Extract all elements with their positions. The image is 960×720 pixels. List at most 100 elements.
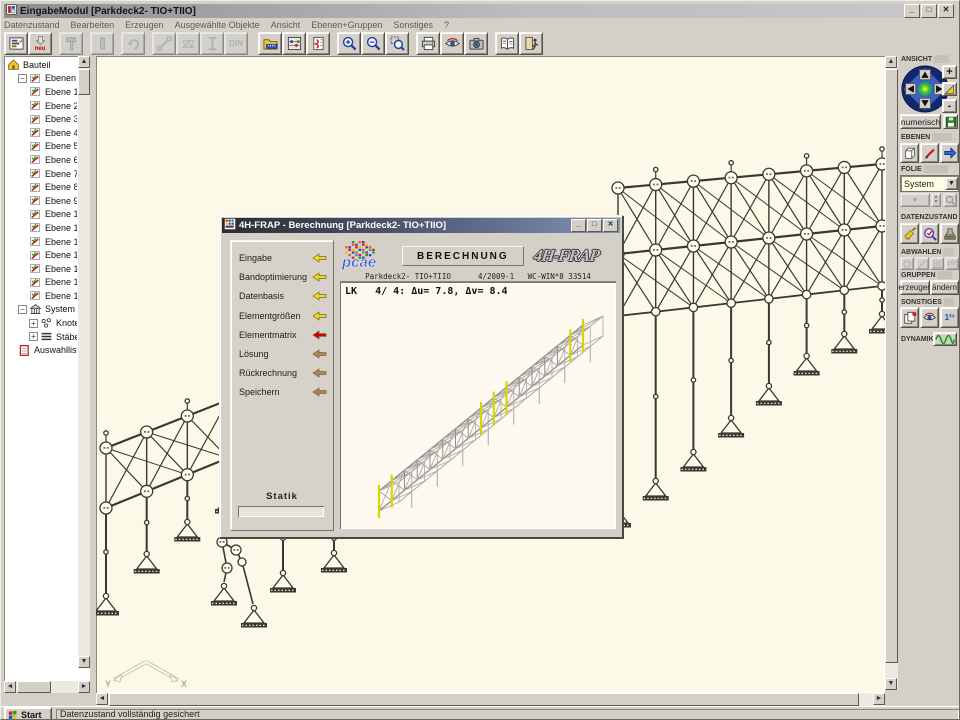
tree-item-ebene-9[interactable]: Ebene 9 [5, 194, 77, 208]
tree-item-knoten[interactable]: +Knoten [5, 316, 77, 330]
menu-sonstiges[interactable]: Sonstiges [394, 20, 434, 30]
toolbar-zoom-in-button[interactable] [337, 32, 361, 55]
ebenen-red-pencil-button[interactable] [920, 143, 939, 163]
toolbar-view-button[interactable] [440, 32, 464, 55]
dropdown-arrow-icon[interactable]: ▼ [945, 177, 958, 190]
tree-item-ebene-2[interactable]: Ebene 2 [5, 99, 77, 113]
numerisch-button[interactable]: numerisch [900, 114, 941, 129]
tree-item-ebene-12[interactable]: Ebene 12 [5, 235, 77, 249]
tree-item-ebene-5[interactable]: Ebene 5 [5, 140, 77, 154]
dialog-minimize-button[interactable]: _ [571, 219, 586, 232]
expand-icon[interactable]: + [29, 332, 38, 341]
menu-ansicht[interactable]: Ansicht [271, 20, 301, 30]
expand-icon[interactable]: + [29, 319, 38, 328]
tree-item-ebene-16[interactable]: Ebene 16 [5, 289, 77, 303]
gruppen-erzeugen-button[interactable]: erzeugen [900, 280, 930, 295]
tree-item-ebene-7[interactable]: Ebene 7 [5, 167, 77, 181]
tree-item-ebene-13[interactable]: Ebene 13 [5, 248, 77, 262]
tree-item-ebene-11[interactable]: Ebene 11 [5, 221, 77, 235]
dialog-title-bar[interactable]: 4H-FRAP - Berechnung [Parkdeck2- TIO+TII… [222, 218, 620, 233]
minimize-button[interactable]: _ [904, 4, 920, 18]
scroll-right-icon[interactable]: ► [873, 693, 885, 705]
tree-item-ebene-6[interactable]: Ebene 6 [5, 153, 77, 167]
canvas-horizontal-scrollbar[interactable]: ◄ ► [96, 693, 885, 706]
collapse-icon[interactable]: − [18, 74, 27, 83]
tree-item-ebene-10[interactable]: Ebene 10 [5, 208, 77, 222]
scroll-up-icon[interactable]: ▲ [78, 56, 90, 68]
scroll-left-icon[interactable]: ◄ [4, 681, 16, 693]
toolbar-measure-button[interactable] [282, 32, 306, 55]
dialog-step-elementmatrix[interactable]: Elementmatrix [239, 328, 327, 342]
menu-ausgew-hlte-objekte[interactable]: Ausgewählte Objekte [175, 20, 260, 30]
dialog-step-bandoptimierung[interactable]: Bandoptimierung [239, 270, 327, 284]
maximize-button[interactable]: □ [921, 4, 937, 18]
toolbar-materials-button[interactable] [306, 32, 330, 55]
tree-item-ebene-15[interactable]: Ebene 15 [5, 276, 77, 290]
scroll-down-icon[interactable]: ▼ [885, 678, 897, 690]
berechnung-dialog[interactable]: 4H-FRAP - Berechnung [Parkdeck2- TIO+TII… [219, 215, 623, 538]
datenzustand-clean-save-button[interactable] [900, 223, 919, 244]
zoom-extent-button[interactable] [942, 82, 957, 96]
dialog-close-button[interactable]: ✕ [603, 219, 618, 232]
save-view-button[interactable] [943, 114, 958, 129]
dialog-step-elementgr-en[interactable]: Elementgrößen [239, 309, 327, 323]
toolbar-zoom-out-button[interactable] [361, 32, 385, 55]
toolbar-snapshot-button[interactable] [464, 32, 488, 55]
toolbar-handbook-button[interactable] [495, 32, 519, 55]
sonstiges-copy-pages-button[interactable] [900, 307, 919, 328]
tree-item-ebene-3[interactable]: Ebene 3 [5, 112, 77, 126]
datenzustand-check-magnifier-button[interactable] [920, 223, 939, 244]
collapse-icon[interactable]: − [18, 305, 27, 314]
toolbar-exit-button[interactable] [519, 32, 543, 55]
toolbar-print-button[interactable] [416, 32, 440, 55]
scroll-down-icon[interactable]: ▼ [78, 656, 90, 668]
scroll-thumb[interactable] [17, 681, 51, 693]
folie-select[interactable]: System ▼ [900, 175, 959, 192]
drawing-canvas[interactable]: Y X 4H-FRAP - Berechnung [Parkdeck2- TIO… [96, 56, 885, 693]
dialog-step-r-ckrechnung[interactable]: Rückrechnung [239, 366, 327, 380]
scroll-right-icon[interactable]: ► [78, 681, 90, 693]
scroll-thumb[interactable] [109, 693, 859, 706]
ebenen-blue-arrow-button[interactable] [940, 143, 959, 163]
gruppen-ndern-button[interactable]: ändern [930, 280, 959, 295]
tree-item-ebene-4[interactable]: Ebene 4 [5, 126, 77, 140]
start-button[interactable]: Start [4, 707, 52, 720]
ebenen-layer-box-button[interactable] [900, 143, 919, 163]
sonstiges-counter-button[interactable]: 1²³ [940, 307, 959, 328]
menu-datenzustand[interactable]: Datenzustand [4, 20, 60, 30]
toolbar-zoom-window-button[interactable] [385, 32, 409, 55]
close-button[interactable]: ✕ [938, 4, 954, 18]
zoom-out-button[interactable]: - [942, 99, 957, 113]
dialog-maximize-button[interactable]: □ [587, 219, 602, 232]
toolbar-level-manager-button[interactable] [4, 32, 28, 55]
tree-item-ebene-8[interactable]: Ebene 8 [5, 180, 77, 194]
tree-item-st-be[interactable]: +Stäbe [5, 330, 77, 344]
scroll-thumb[interactable] [78, 69, 90, 95]
menu-erzeugen[interactable]: Erzeugen [125, 20, 164, 30]
tree-item-ebene-1[interactable]: Ebene 1 [5, 85, 77, 99]
scroll-left-icon[interactable]: ◄ [96, 693, 108, 705]
canvas-vertical-scrollbar[interactable]: ▲ ▼ [885, 56, 898, 690]
toolbar-open-project-button[interactable] [258, 32, 282, 55]
menu-ebenen-gruppen[interactable]: Ebenen+Gruppen [311, 20, 382, 30]
scroll-up-icon[interactable]: ▲ [885, 56, 897, 68]
scroll-thumb[interactable] [885, 69, 898, 663]
tree-item-ebene-14[interactable]: Ebene 14 [5, 262, 77, 276]
title-bar[interactable]: EingabeModul [Parkdeck2- TIO+TIIO] _ □ ✕ [4, 4, 956, 18]
tree-horizontal-scrollbar[interactable]: ◄ ► [4, 681, 90, 693]
datenzustand-stamp-button[interactable] [940, 223, 959, 244]
menu-?[interactable]: ? [444, 20, 449, 30]
zoom-in-button[interactable]: + [942, 65, 957, 79]
menu-bearbeiten[interactable]: Bearbeiten [71, 20, 115, 30]
toolbar-new-button[interactable]: neu [28, 32, 52, 55]
tree-item-system[interactable]: −System [5, 303, 77, 317]
dialog-step-l-sung[interactable]: Lösung [239, 347, 327, 361]
dynamik-button[interactable] [933, 332, 957, 346]
dialog-step-eingabe[interactable]: Eingabe [239, 251, 327, 265]
sonstiges-eye-button[interactable] [920, 307, 939, 328]
dialog-step-datenbasis[interactable]: Datenbasis [239, 289, 327, 303]
dialog-step-speichern[interactable]: Speichern [239, 385, 327, 399]
tree-item-auswahllist[interactable]: Auswahllist [5, 343, 77, 357]
tree-item-bauteil[interactable]: Bauteil [5, 58, 77, 72]
tree-vertical-scrollbar[interactable]: ▲ ▼ [78, 56, 90, 668]
